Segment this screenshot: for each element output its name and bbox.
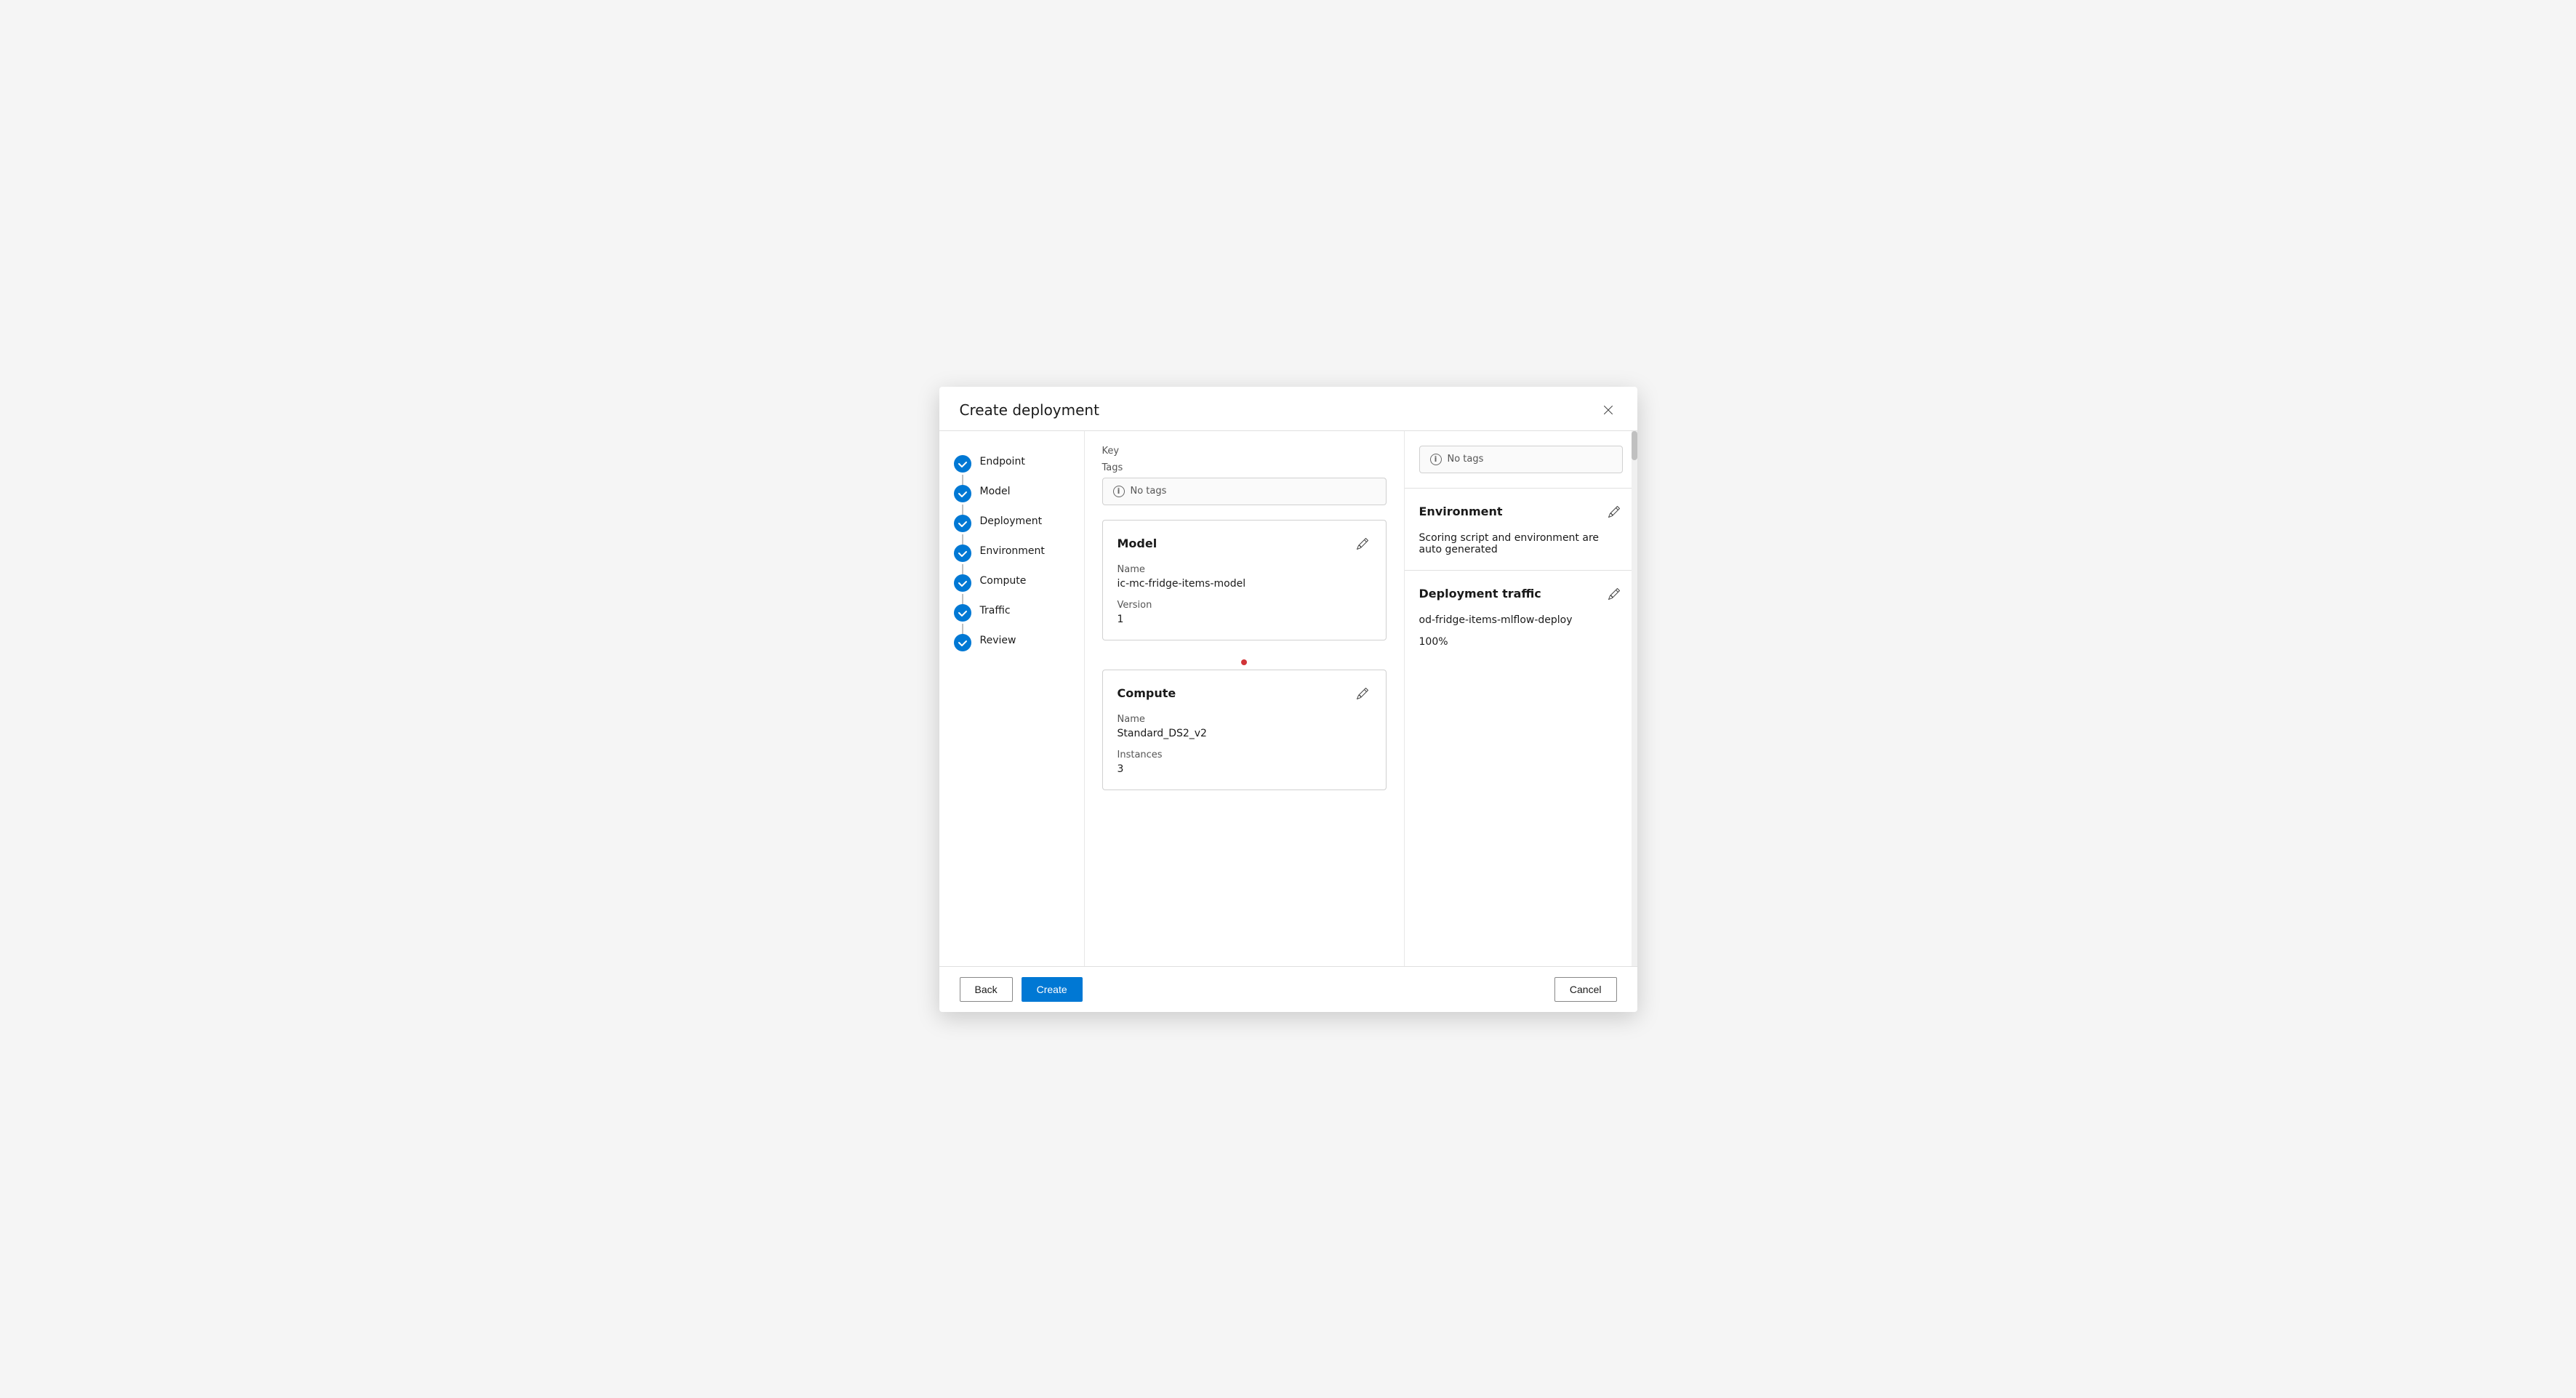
create-deployment-dialog: Create deployment Endpoint — [939, 387, 1637, 1012]
close-button[interactable] — [1600, 401, 1617, 419]
model-edit-button[interactable] — [1354, 535, 1371, 553]
endpoint-step-icon — [954, 455, 971, 473]
compute-step-icon — [954, 574, 971, 592]
dialog-title: Create deployment — [960, 401, 1099, 419]
left-panel: Key Tags i No tags Model — [1085, 431, 1405, 966]
pencil-icon — [1608, 588, 1620, 600]
model-card: Model Name ic-mc-fridge-items-model Vers… — [1102, 520, 1387, 640]
right-panel: i No tags Environment — [1405, 431, 1637, 677]
red-dot — [1241, 659, 1247, 665]
sidebar-item-traffic[interactable]: Traffic — [939, 598, 1084, 627]
model-card-title: Model — [1118, 537, 1157, 550]
sidebar-item-deployment[interactable]: Deployment — [939, 508, 1084, 538]
deployment-step-icon — [954, 515, 971, 532]
close-icon — [1602, 404, 1614, 416]
model-step-icon — [954, 485, 971, 502]
right-panel-wrapper: i No tags Environment — [1405, 431, 1637, 966]
sidebar-item-compute-label: Compute — [980, 574, 1027, 587]
environment-header: Environment — [1419, 503, 1623, 521]
environment-title: Environment — [1419, 505, 1503, 518]
model-version-label: Version — [1118, 600, 1371, 611]
environment-edit-button[interactable] — [1605, 503, 1623, 521]
checkmark-icon — [958, 608, 968, 618]
key-label: Key — [1102, 446, 1387, 457]
checkmark-icon — [958, 548, 968, 558]
model-version-value: 1 — [1118, 614, 1371, 625]
checkmark-icon — [958, 638, 968, 648]
compute-edit-button[interactable] — [1354, 685, 1371, 702]
compute-card-title: Compute — [1118, 686, 1176, 700]
tags-label: Tags — [1102, 462, 1387, 473]
back-button[interactable]: Back — [960, 977, 1013, 1002]
sidebar: Endpoint Model Deployment — [939, 431, 1085, 966]
checkmark-icon — [958, 518, 968, 529]
environment-description: Scoring script and environment are auto … — [1419, 532, 1623, 555]
checkmark-icon — [958, 489, 968, 499]
compute-name-value: Standard_DS2_v2 — [1118, 728, 1371, 739]
sidebar-item-environment[interactable]: Environment — [939, 538, 1084, 568]
main-content: Key Tags i No tags Model — [1085, 431, 1637, 966]
deployment-traffic-header: Deployment traffic — [1419, 585, 1623, 603]
deployment-traffic-section: Deployment traffic od-fridge-items-mlflo… — [1405, 571, 1637, 662]
compute-instances-value: 3 — [1118, 763, 1371, 775]
right-no-tags-text: No tags — [1448, 454, 1484, 465]
sidebar-item-review-label: Review — [980, 633, 1016, 646]
scrollbar-track[interactable] — [1632, 431, 1637, 966]
sidebar-item-endpoint[interactable]: Endpoint — [939, 449, 1084, 478]
traffic-percent: 100% — [1419, 636, 1623, 648]
create-button[interactable]: Create — [1022, 977, 1083, 1002]
sidebar-item-model-label: Model — [980, 484, 1011, 497]
model-name-value: ic-mc-fridge-items-model — [1118, 578, 1371, 590]
tags-section: Tags i No tags — [1102, 462, 1387, 505]
right-info-icon: i — [1430, 454, 1442, 465]
model-name-label: Name — [1118, 564, 1371, 575]
red-dot-divider — [1102, 655, 1387, 670]
dialog-body: Endpoint Model Deployment — [939, 431, 1637, 966]
sidebar-item-traffic-label: Traffic — [980, 603, 1011, 616]
review-step-icon — [954, 634, 971, 651]
environment-section: Environment Scoring script and environme… — [1405, 489, 1637, 571]
scrollbar-thumb[interactable] — [1632, 431, 1637, 460]
deployment-traffic-edit-button[interactable] — [1605, 585, 1623, 603]
no-tags-box: i No tags — [1102, 478, 1387, 505]
sidebar-item-model[interactable]: Model — [939, 478, 1084, 508]
model-card-header: Model — [1118, 535, 1371, 553]
deployment-name: od-fridge-items-mlflow-deploy — [1419, 614, 1623, 626]
sidebar-item-environment-label: Environment — [980, 544, 1045, 557]
sidebar-item-endpoint-label: Endpoint — [980, 454, 1025, 467]
pencil-icon — [1608, 506, 1620, 518]
no-tags-text: No tags — [1131, 486, 1167, 497]
checkmark-icon — [958, 459, 968, 469]
sidebar-item-deployment-label: Deployment — [980, 514, 1043, 527]
sidebar-item-compute[interactable]: Compute — [939, 568, 1084, 598]
right-no-tags-box: i No tags — [1419, 446, 1623, 473]
key-section: Key — [1102, 446, 1387, 457]
dialog-header: Create deployment — [939, 387, 1637, 431]
pencil-icon — [1357, 688, 1368, 699]
deployment-traffic-title: Deployment traffic — [1419, 587, 1541, 600]
compute-instances-label: Instances — [1118, 750, 1371, 760]
compute-name-label: Name — [1118, 714, 1371, 725]
environment-step-icon — [954, 545, 971, 562]
dialog-footer: Back Create Cancel — [939, 966, 1637, 1012]
sidebar-item-review[interactable]: Review — [939, 627, 1084, 657]
compute-card-header: Compute — [1118, 685, 1371, 702]
info-icon: i — [1113, 486, 1125, 497]
checkmark-icon — [958, 578, 968, 588]
pencil-icon — [1357, 538, 1368, 550]
traffic-step-icon — [954, 604, 971, 622]
compute-card: Compute Name Standard_DS2_v2 Instances 3 — [1102, 670, 1387, 790]
right-panel-tags-section: i No tags — [1405, 431, 1637, 489]
cancel-button[interactable]: Cancel — [1554, 977, 1617, 1002]
